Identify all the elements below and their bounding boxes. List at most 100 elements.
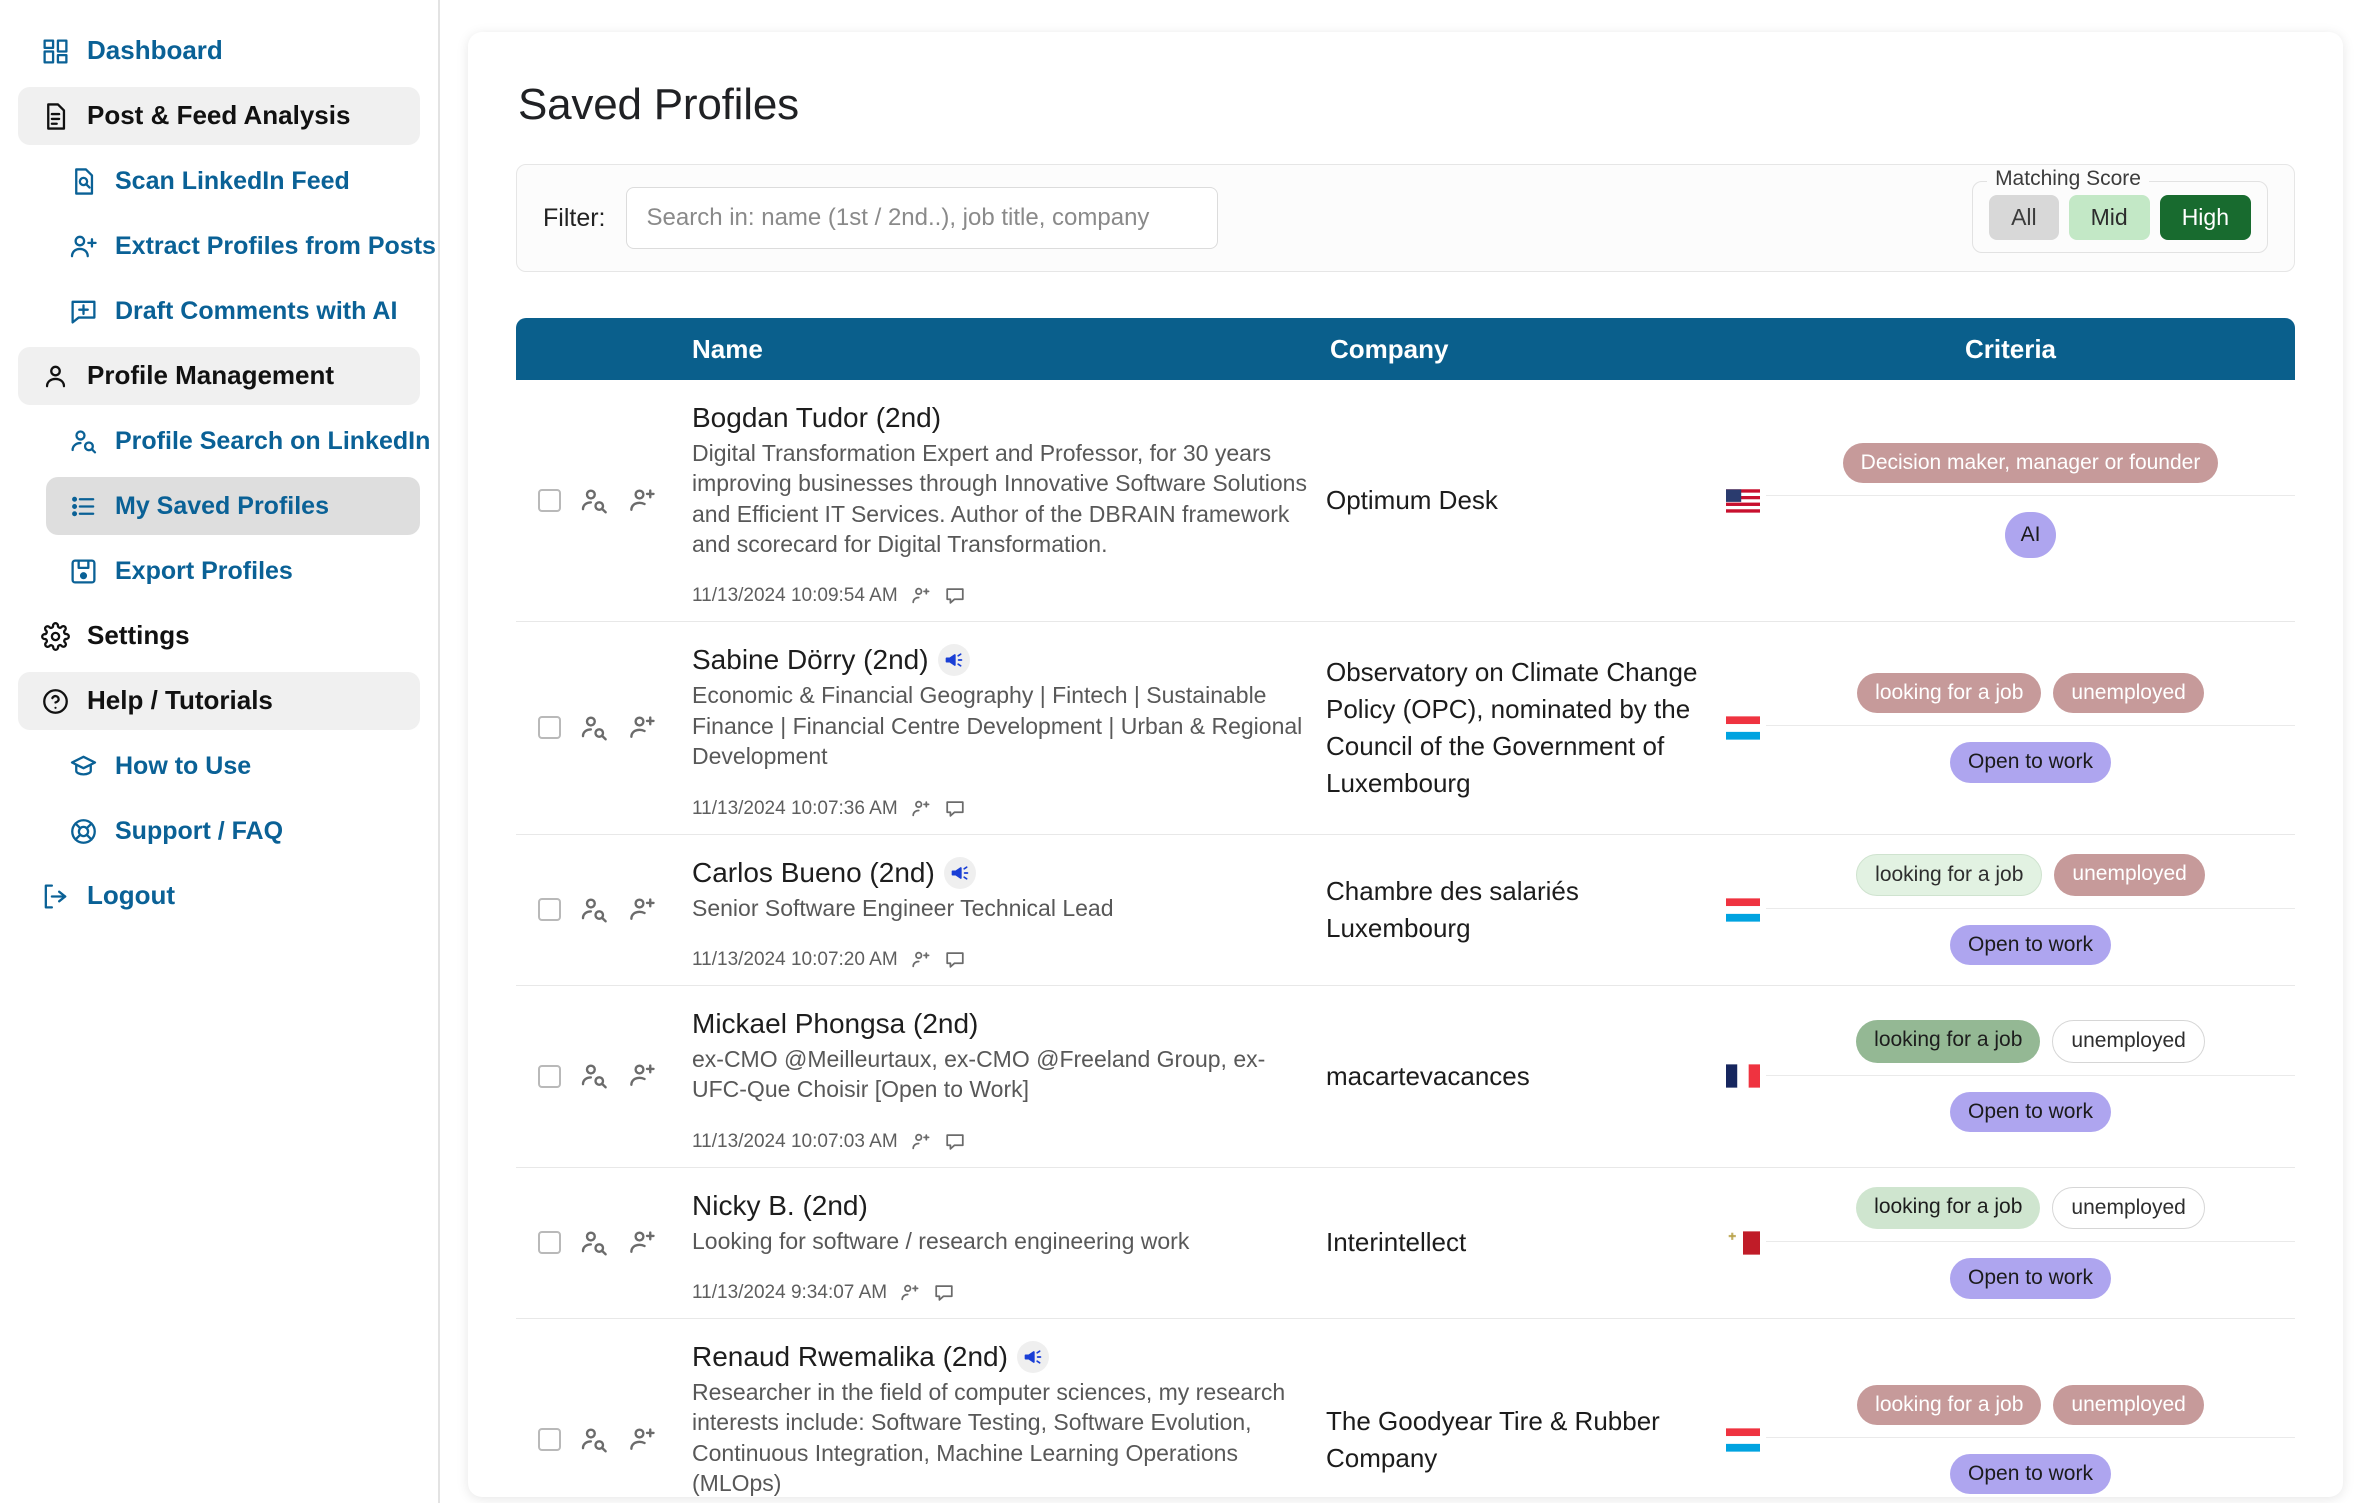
person-search-row-icon[interactable] xyxy=(579,1228,609,1258)
document-search-icon xyxy=(68,166,98,196)
profile-headline: ex-CMO @Meilleurtaux, ex-CMO @Freeland G… xyxy=(692,1045,1266,1103)
sidebar-item-post-feed-analysis[interactable]: Post & Feed Analysis xyxy=(18,87,420,145)
criteria-bottom-row: AI xyxy=(2004,496,2057,559)
company-name: Interintellect xyxy=(1326,1227,1467,1258)
profile-name-text: Sabine Dörry (2nd) xyxy=(692,644,929,676)
sidebar-item-label: Help / Tutorials xyxy=(87,685,273,716)
company-cell: Observatory on Climate Change Policy (OP… xyxy=(1326,636,1726,819)
sidebar-item-settings[interactable]: Settings xyxy=(18,607,420,665)
criteria-bottom-row: Open to work xyxy=(1950,1242,2111,1299)
person-add-row-icon[interactable] xyxy=(627,713,657,743)
profile-name[interactable]: Bogdan Tudor (2nd) xyxy=(692,402,1326,434)
person-add-row-icon[interactable] xyxy=(627,486,657,516)
criteria-bottom-row: Open to work xyxy=(1950,1076,2111,1132)
criteria-badge: looking for a job xyxy=(1856,1020,2041,1063)
criteria-badge: unemployed xyxy=(2053,673,2204,714)
sidebar-item-dashboard[interactable]: Dashboard xyxy=(18,22,420,80)
criteria-wrap: looking for a job unemployed Open to work xyxy=(1726,1384,2295,1495)
criteria-badge: unemployed xyxy=(2053,1384,2204,1426)
sidebar-item-how-to-use[interactable]: How to Use xyxy=(46,737,420,795)
profile-name-cell: Carlos Bueno (2nd) Senior Software Engine… xyxy=(686,849,1326,971)
row-checkbox[interactable] xyxy=(538,1428,561,1452)
profile-timestamp: 11/13/2024 10:07:20 AM xyxy=(692,948,898,970)
matching-score-high-button[interactable]: High xyxy=(2159,195,2251,240)
person-search-row-icon[interactable] xyxy=(579,1061,609,1091)
flag-lu xyxy=(1726,898,1760,922)
app-root: Dashboard Post & Feed Analysis Scan Linked… xyxy=(0,0,2371,1503)
gear-icon xyxy=(40,621,70,651)
lifebuoy-icon xyxy=(68,816,98,846)
profile-timestamp: 11/13/2024 10:09:54 AM xyxy=(692,585,898,607)
profile-name[interactable]: Renaud Rwemalika (2nd) xyxy=(692,1340,1326,1373)
person-add-row-icon[interactable] xyxy=(627,895,657,925)
meta-comment-icon[interactable] xyxy=(944,585,966,607)
flag-lu xyxy=(1726,716,1760,740)
criteria-badge: Decision maker, manager or founder xyxy=(1842,442,2219,484)
profile-name[interactable]: Mickael Phongsa (2nd) xyxy=(692,1008,1326,1040)
criteria-stack: looking for a job unemployed Open to work xyxy=(1766,1384,2295,1495)
megaphone-icon[interactable] xyxy=(937,644,970,677)
person-add-row-icon[interactable] xyxy=(627,1061,657,1091)
profile-name-text: Nicky B. (2nd) xyxy=(692,1189,868,1221)
person-search-row-icon[interactable] xyxy=(579,895,609,925)
dashboard-icon xyxy=(40,36,70,66)
company-name: Optimum Desk xyxy=(1326,485,1498,516)
criteria-badge: looking for a job xyxy=(1856,1187,2041,1230)
criteria-wrap: looking for a job unemployed Open to work xyxy=(1726,1020,2295,1132)
meta-person-add-icon[interactable] xyxy=(899,1282,921,1304)
criteria-top-row: Decision maker, manager or founder xyxy=(1842,442,2219,495)
flag-fr xyxy=(1726,1064,1760,1088)
meta-person-add-icon[interactable] xyxy=(910,798,932,820)
sidebar-item-export-profiles[interactable]: Export Profiles xyxy=(46,542,420,600)
profile-name[interactable]: Nicky B. (2nd) xyxy=(692,1190,1326,1222)
company-cell: Chambre des salariés Luxembourg xyxy=(1326,849,1726,971)
person-search-row-icon[interactable] xyxy=(579,486,609,516)
row-checkbox[interactable] xyxy=(538,1064,561,1088)
matching-score-all-button[interactable]: All xyxy=(1989,195,2059,240)
sidebar-item-draft-comments-with-ai[interactable]: Draft Comments with AI xyxy=(46,282,420,340)
profile-name[interactable]: Sabine Dörry (2nd) xyxy=(692,644,1326,677)
sidebar-item-profile-management[interactable]: Profile Management xyxy=(18,347,420,405)
row-checkbox[interactable] xyxy=(538,716,561,740)
sidebar-item-my-saved-profiles[interactable]: My Saved Profiles xyxy=(46,477,420,535)
profile-meta: 11/13/2024 10:09:54 AM xyxy=(692,559,1326,607)
row-checkbox[interactable] xyxy=(538,1231,561,1255)
sidebar-item-scan-linkedin-feed[interactable]: Scan LinkedIn Feed xyxy=(46,152,420,210)
megaphone-icon[interactable] xyxy=(1016,1340,1049,1373)
flag-mt xyxy=(1726,1231,1760,1255)
meta-comment-icon[interactable] xyxy=(944,1131,966,1153)
megaphone-icon[interactable] xyxy=(943,856,976,889)
person-add-row-icon[interactable] xyxy=(627,1228,657,1258)
person-add-row-icon[interactable] xyxy=(627,1425,657,1455)
person-search-row-icon[interactable] xyxy=(579,713,609,743)
sidebar-item-profile-search-on-linkedin[interactable]: Profile Search on LinkedIn xyxy=(46,412,430,470)
profile-name[interactable]: Carlos Bueno (2nd) xyxy=(692,856,1326,889)
sidebar-item-label: Settings xyxy=(87,620,190,651)
criteria-wrap: looking for a job unemployed Open to work xyxy=(1726,673,2295,783)
row-actions xyxy=(516,1182,686,1304)
company-cell: Optimum Desk xyxy=(1326,394,1726,607)
filter-bar: Filter: Matching Score AllMidHigh xyxy=(516,164,2295,272)
search-input[interactable] xyxy=(625,187,1218,249)
matching-score-legend: Matching Score xyxy=(1987,167,2149,191)
meta-comment-icon[interactable] xyxy=(933,1282,955,1304)
sidebar-item-support-faq[interactable]: Support / FAQ xyxy=(46,802,420,860)
company-name: Observatory on Climate Change Policy (OP… xyxy=(1326,657,1698,798)
meta-person-add-icon[interactable] xyxy=(910,1131,932,1153)
sidebar-item-extract-profiles-from-posts[interactable]: Extract Profiles from Posts xyxy=(46,217,436,275)
matching-score-mid-button[interactable]: Mid xyxy=(2068,195,2150,240)
row-checkbox[interactable] xyxy=(538,489,561,513)
person-search-row-icon[interactable] xyxy=(579,1425,609,1455)
sidebar-item-help-tutorials[interactable]: Help / Tutorials xyxy=(18,672,420,730)
meta-comment-icon[interactable] xyxy=(944,798,966,820)
table-row: Bogdan Tudor (2nd) Digital Transformation… xyxy=(516,380,2295,623)
meta-comment-icon[interactable] xyxy=(944,949,966,971)
sidebar-item-logout[interactable]: Logout xyxy=(18,867,420,925)
row-checkbox[interactable] xyxy=(538,898,561,922)
meta-person-add-icon[interactable] xyxy=(910,585,932,607)
profile-timestamp: 11/13/2024 9:34:07 AM xyxy=(692,1281,888,1303)
company-cell: macartevacances xyxy=(1326,1000,1726,1153)
company-cell: The Goodyear Tire & Rubber Company xyxy=(1326,1333,1726,1497)
meta-person-add-icon[interactable] xyxy=(910,949,932,971)
table-header-row: Name Company Criteria xyxy=(516,318,2295,380)
